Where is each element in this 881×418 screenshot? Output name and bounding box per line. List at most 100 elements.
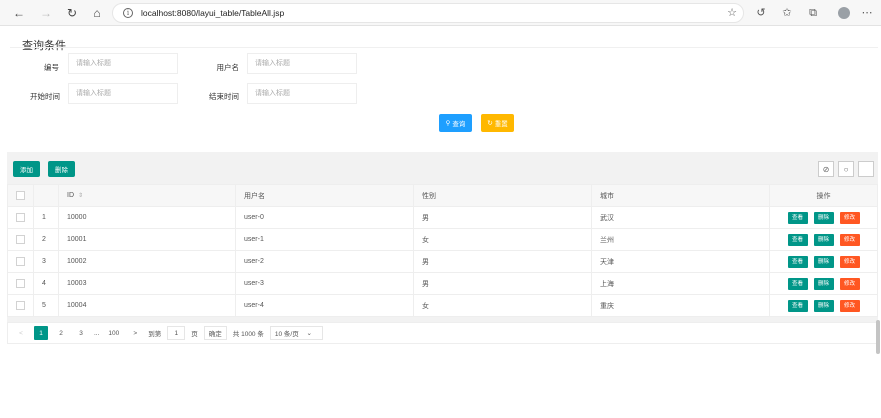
username-input[interactable] [247,53,357,74]
scrollbar-thumb[interactable] [876,320,880,354]
cell-sex: 男 [413,250,592,273]
row-checkbox[interactable] [16,213,25,222]
page-size-value: 10 条/页 [274,331,299,338]
cell-id: 10004 [58,294,236,317]
delete-button[interactable]: 删除 [813,255,834,268]
row-checkbox[interactable] [16,235,25,244]
delete-button[interactable]: 删除 [813,233,834,246]
profile-avatar-icon[interactable] [838,7,850,19]
start-time-input[interactable] [68,83,178,104]
row-checkbox[interactable] [16,279,25,288]
table-row: 4 10003 user-3 男上海 查看 删除 修改 [7,272,878,295]
end-time-input[interactable] [247,83,357,104]
header-id[interactable]: ID ⇕ [58,184,236,207]
header-actions: 操作 [769,184,878,207]
delete-button[interactable]: 删除 [813,299,834,312]
reset-icon: ↻ [487,120,493,127]
view-button[interactable]: 查看 [787,277,808,290]
cell-username: user-1 [235,228,414,251]
page-size-select[interactable]: 10 条/页 ⌄ [269,326,323,340]
view-button[interactable]: 查看 [787,299,808,312]
divider [10,47,878,48]
row-select-cell [7,294,34,317]
row-index: 5 [33,294,59,317]
favorites-icon[interactable]: ✩ [780,6,794,20]
collections-icon[interactable]: ⧉ [806,6,820,20]
query-title: 查询条件 [22,40,66,52]
cell-sex: 女 [413,294,592,317]
edit-button[interactable]: 修改 [839,233,860,246]
row-index: 4 [33,272,59,295]
delete-button[interactable]: 删除 [813,211,834,224]
table-row: 2 10001 user-1 女兰州 查看 删除 修改 [7,228,878,251]
delete-button[interactable]: 删除 [813,277,834,290]
cell-city: 兰州 [591,228,770,251]
cell-actions: 查看 删除 修改 [769,250,878,273]
data-table-container: 添加 删除 ⊘ ○ ID ⇕ 用户名 性别 城市 操作 1 10000 user-0 男… [7,152,878,344]
table-header-row: ID ⇕ 用户名 性别 城市 操作 [7,184,878,207]
id-input[interactable] [68,53,178,74]
table-row: 5 10004 user-4 女重庆 查看 删除 修改 [7,294,878,317]
row-select-cell [7,206,34,229]
cell-actions: 查看 删除 修改 [769,206,878,229]
filter-columns-icon[interactable]: ⊘ [818,161,834,177]
search-icon: ⚲ [445,120,451,127]
row-select-cell [7,272,34,295]
goto-label: 到第 [148,331,162,338]
search-button[interactable]: ⚲ 查询 [439,114,472,132]
cell-id: 10003 [58,272,236,295]
cell-actions: 查看 删除 修改 [769,272,878,295]
edit-button[interactable]: 修改 [839,277,860,290]
header-index [33,184,59,207]
export-icon[interactable] [858,161,874,177]
row-index: 2 [33,228,59,251]
home-icon[interactable]: ⌂ [89,5,105,21]
add-favorite-icon[interactable]: ☆ [727,6,737,19]
back-icon[interactable]: ← [11,5,27,21]
header-id-label: ID [67,192,74,199]
goto-confirm-button[interactable]: 确定 [203,326,227,340]
sort-icon[interactable]: ⇕ [78,193,83,199]
row-select-cell [7,228,34,251]
info-icon[interactable]: i [123,8,133,18]
row-checkbox[interactable] [16,257,25,266]
cell-actions: 查看 删除 修改 [769,294,878,317]
forward-icon[interactable]: → [38,5,54,21]
view-button[interactable]: 查看 [787,255,808,268]
refresh-table-icon[interactable]: ○ [838,161,854,177]
reset-button[interactable]: ↻ 重置 [481,114,514,132]
cell-sex: 女 [413,228,592,251]
refresh-page-icon[interactable]: ↺ [754,6,768,20]
view-button[interactable]: 查看 [787,233,808,246]
select-all-checkbox[interactable] [16,191,25,200]
batch-delete-button[interactable]: 删除 [48,161,75,177]
prev-page-button[interactable]: < [14,326,28,340]
cell-city: 武汉 [591,206,770,229]
next-page-button[interactable]: > [128,326,142,340]
cell-username: user-3 [235,272,414,295]
last-page-button[interactable]: 100 [105,326,122,340]
add-button[interactable]: 添加 [13,161,40,177]
cell-city: 天津 [591,250,770,273]
search-button-label: 查询 [452,121,466,128]
cell-id: 10002 [58,250,236,273]
more-menu-icon[interactable]: ⋯ [860,6,874,20]
page-2-button[interactable]: 2 [54,326,68,340]
view-button[interactable]: 查看 [787,211,808,224]
page-unit-label: 页 [191,331,198,338]
edit-button[interactable]: 修改 [839,211,860,224]
row-index: 1 [33,206,59,229]
browser-toolbar: ← → ↻ ⌂ i localhost:8080/layui_table/Tab… [0,0,881,26]
page-3-button[interactable]: 3 [74,326,88,340]
pager-ellipsis: ... [94,329,100,337]
cell-sex: 男 [413,272,592,295]
address-bar[interactable]: i localhost:8080/layui_table/TableAll.js… [112,3,744,23]
edit-button[interactable]: 修改 [839,299,860,312]
edit-button[interactable]: 修改 [839,255,860,268]
reset-button-label: 重置 [494,121,508,128]
row-checkbox[interactable] [16,301,25,310]
goto-page-input[interactable]: 1 [167,326,186,340]
refresh-icon[interactable]: ↻ [64,5,80,21]
cell-username: user-0 [235,206,414,229]
page-1-button[interactable]: 1 [34,326,48,340]
